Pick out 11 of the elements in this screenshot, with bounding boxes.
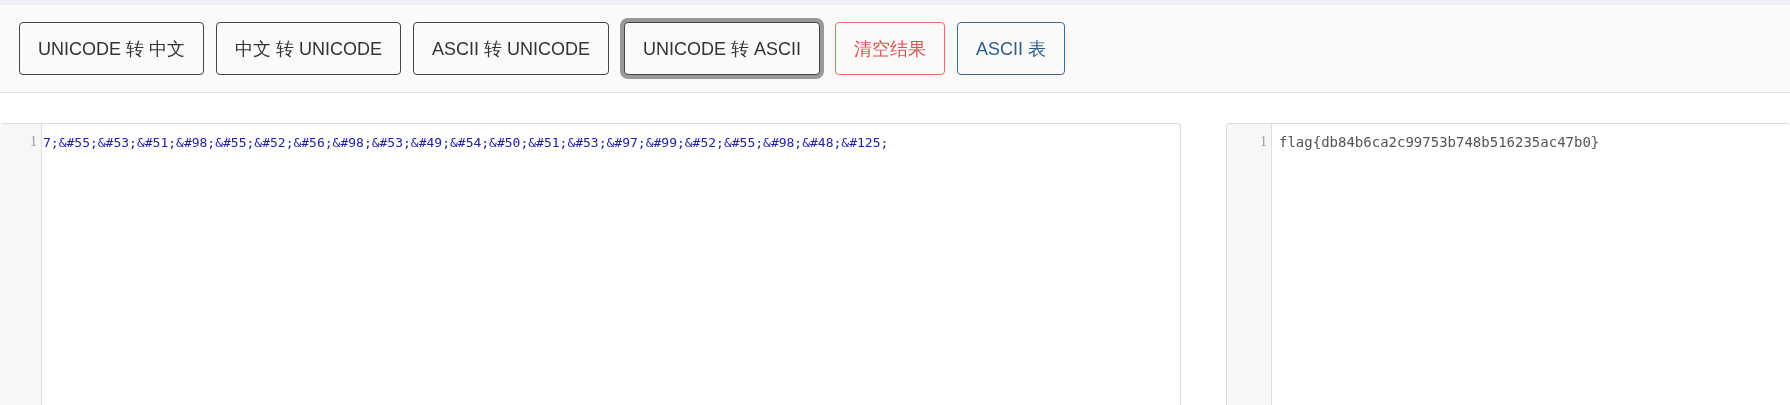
convert-button[interactable]: ASCII 转 UNICODE <box>413 22 610 75</box>
convert-button[interactable]: 清空结果 <box>835 22 946 75</box>
output-editor[interactable]: 1 flag{db84b6ca2c99753b748b516235ac47b0} <box>1226 123 1790 405</box>
line-number: 1 <box>1259 134 1268 150</box>
convert-button[interactable]: ASCII 表 <box>957 22 1066 75</box>
code-line: flag{db84b6ca2c99753b748b516235ac47b0} <box>1278 134 1600 151</box>
line-number: 1 <box>29 134 38 150</box>
convert-button[interactable]: 中文 转 UNICODE <box>216 22 402 75</box>
code-line: 7;&#55;&#53;&#51;&#98;&#55;&#52;&#56;&#98;&#53;&#49;&#54;&#50;&#51;&#53;&#97;&#99;&#52;&#55;&#98;&#48;&#125; <box>43 134 889 151</box>
convert-button[interactable]: UNICODE 转 中文 <box>19 22 204 75</box>
input-editor[interactable]: 1 7;&#55;&#53;&#51;&#98;&#55;&#52;&#56;&#98;&#53;&#49;&#54;&#50;&#51;&#53;&#97;&#99;&#52;&#55;&#98;&#48;&#125; <box>0 123 1181 405</box>
